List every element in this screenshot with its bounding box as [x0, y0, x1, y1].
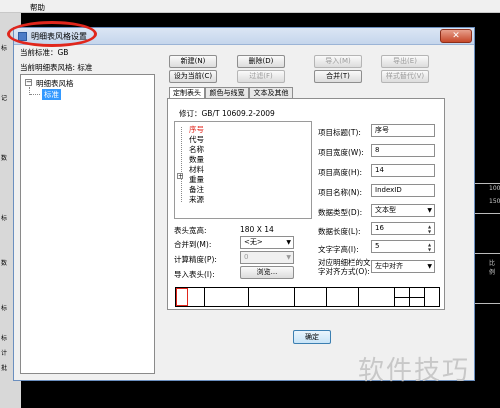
preview-cell-selected	[176, 288, 188, 306]
export-button[interactable]: 导出(E)	[381, 55, 429, 68]
left-label: 标	[1, 305, 8, 312]
cad-line	[475, 183, 500, 184]
left-label: 批	[1, 365, 8, 372]
ok-button[interactable]: 确定	[293, 330, 331, 344]
collapse-icon[interactable]: −	[25, 79, 32, 86]
text-align-label: 对应明细栏的文字对齐方式(O):	[318, 258, 371, 276]
dropdown-arrow-icon: ▼	[286, 254, 291, 261]
item-width-input[interactable]: 8	[371, 144, 435, 157]
spin-down-icon[interactable]: ▼	[426, 247, 433, 252]
preview-divider	[204, 288, 205, 306]
data-length-value: 16	[375, 224, 384, 232]
merge-to-value: <无>	[244, 238, 263, 246]
current-style-label: 当前明细表风格: 标准	[20, 63, 93, 72]
cad-drawing-area: 100 150 比例	[475, 13, 500, 408]
left-label: 标	[1, 45, 8, 52]
delete-button[interactable]: 删除(D)	[237, 55, 285, 68]
new-button[interactable]: 新建(N)	[169, 55, 217, 68]
data-length-input[interactable]: 16 ▲ ▼	[371, 222, 435, 235]
font-height-value: 5	[375, 242, 380, 250]
browse-button[interactable]: 浏览...	[240, 266, 294, 279]
left-label: 计	[1, 350, 8, 357]
tree-connector	[30, 94, 40, 95]
item-height-input[interactable]: 14	[371, 164, 435, 177]
item-height-label: 项目高度(H):	[318, 168, 363, 177]
left-label: 数	[1, 155, 8, 162]
header-size-label: 表头宽高:	[174, 226, 207, 235]
current-standard-label: 当前标准：GB	[20, 48, 69, 57]
spin-down-icon[interactable]: ▼	[426, 229, 433, 234]
item-width-label: 项目宽度(W):	[318, 148, 364, 157]
data-type-label: 数据类型(D):	[318, 208, 363, 217]
tree-item-standard[interactable]: 标准	[42, 89, 61, 100]
filter-button[interactable]: 过滤(F)	[237, 70, 285, 83]
menu-help[interactable]: 帮助	[30, 2, 45, 13]
merge-button[interactable]: 合并(T)	[314, 70, 362, 83]
cad-line	[475, 303, 500, 304]
data-type-value: 文本型	[375, 206, 396, 214]
expand-icon[interactable]: +	[177, 173, 183, 180]
item-title-input[interactable]: 序号	[371, 124, 435, 137]
preview-divider	[248, 288, 249, 306]
cad-line	[475, 253, 500, 254]
calc-precision-dropdown[interactable]: 0 ▼	[240, 251, 294, 264]
highlight-annotation	[7, 21, 97, 47]
revision-label: 修订：GB/T 10609.2-2009	[179, 109, 275, 118]
header-preview	[175, 287, 440, 307]
left-label: 标	[1, 335, 8, 342]
cad-text: 150	[489, 198, 500, 205]
import-header-label: 导入表头(I):	[174, 270, 215, 279]
left-label: 记	[1, 95, 8, 102]
text-align-value: 左中对齐	[375, 262, 403, 270]
tree-connector	[181, 127, 182, 202]
style-tree[interactable]: − 明细表风格 标准	[20, 74, 155, 374]
cad-line	[475, 213, 500, 214]
header-structure-tree[interactable]: + 序号 代号 名称 数量 材料 重量 备注 来源	[174, 121, 312, 219]
item-title-label: 项目标题(T):	[318, 128, 361, 137]
dropdown-arrow-icon: ▼	[286, 239, 291, 246]
data-length-label: 数据长度(L):	[318, 227, 361, 236]
item-name-label: 项目名称(N):	[318, 188, 362, 197]
struct-item[interactable]: 来源	[189, 194, 204, 205]
import-button[interactable]: 导入(M)	[314, 55, 362, 68]
left-label: 数	[1, 260, 8, 267]
preview-divider	[326, 288, 327, 306]
preview-divider	[394, 297, 424, 298]
dropdown-arrow-icon: ▼	[427, 207, 432, 214]
item-name-input[interactable]: IndexID	[371, 184, 435, 197]
style-replace-button[interactable]: 样式替代(V)	[381, 70, 429, 83]
text-align-dropdown[interactable]: 左中对齐 ▼	[371, 260, 435, 273]
merge-to-dropdown[interactable]: <无> ▼	[240, 236, 294, 249]
merge-to-label: 合并到(M):	[174, 240, 212, 249]
calc-precision-value: 0	[244, 253, 249, 261]
header-size-value: 180 X 14	[240, 225, 274, 234]
font-height-label: 文字字高(I):	[318, 245, 359, 254]
set-current-button[interactable]: 设为当前(C)	[169, 70, 217, 83]
preview-divider	[294, 288, 295, 306]
left-label: 标	[1, 215, 8, 222]
close-button[interactable]: ✕	[440, 29, 472, 43]
calc-precision-label: 计算精度(P):	[174, 255, 217, 264]
preview-divider	[358, 288, 359, 306]
cad-text: 100	[489, 185, 500, 192]
watermark-text: 软件技巧	[358, 356, 471, 386]
app-menubar: 帮助	[0, 0, 500, 13]
dropdown-arrow-icon: ▼	[427, 263, 432, 270]
data-type-dropdown[interactable]: 文本型 ▼	[371, 204, 435, 217]
font-height-input[interactable]: 5 ▲ ▼	[371, 240, 435, 253]
preview-divider	[424, 288, 425, 306]
cad-text: 比例	[489, 260, 496, 276]
tree-root-item[interactable]: 明细表风格	[36, 78, 74, 89]
